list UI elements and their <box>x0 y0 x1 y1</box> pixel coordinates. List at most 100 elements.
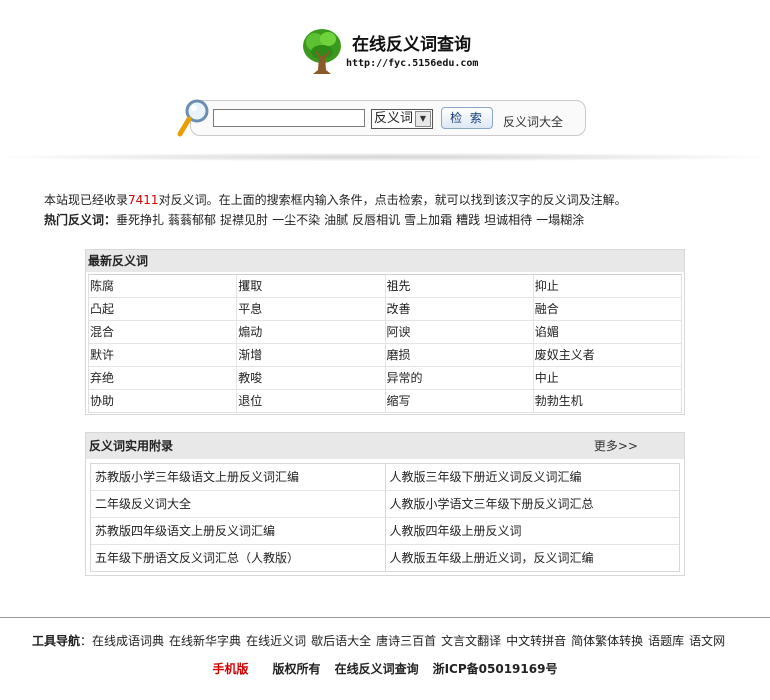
mobile-version-link[interactable]: 手机版 <box>213 662 249 676</box>
antonym-link[interactable]: 教唆 <box>237 367 386 389</box>
antonym-link[interactable]: 渐增 <box>237 344 386 366</box>
intro-section: 本站现已经收录7411对反义词。在上面的搜索框内输入条件，点击检索，就可以找到该… <box>44 190 744 230</box>
appendix-link[interactable]: 人教版三年级下册近义词反义词汇编 <box>386 464 680 490</box>
latest-antonyms-grid: 陈腐 攫取 祖先 抑止 凸起 平息 改善 融合 混合 煽动 阿谀 谄媚 默许 渐… <box>88 274 682 413</box>
antonym-link[interactable]: 磨损 <box>386 344 534 366</box>
table-row: 二年级反义词大全 人教版小学语文三年级下册反义词汇总 <box>91 491 679 518</box>
antonym-link[interactable]: 弃绝 <box>89 367 238 389</box>
tool-link[interactable]: 在线新华字典 <box>169 634 241 648</box>
site-url: http://fyc.5156edu.com <box>346 58 479 69</box>
table-row: 苏教版小学三年级语文上册反义词汇编 人教版三年级下册近义词反义词汇编 <box>91 464 679 491</box>
table-row: 苏教版四年级语文上册反义词汇编 人教版四年级上册反义词 <box>91 518 679 545</box>
hot-word[interactable]: 捉襟见肘 <box>220 213 268 227</box>
search-bar: 反义词 ▼ 检 索 反义词大全 <box>190 100 586 136</box>
hot-word[interactable]: 反唇相讥 <box>352 213 400 227</box>
tool-nav-label: 工具导航 <box>32 634 81 648</box>
search-type-value: 反义词 <box>374 111 414 126</box>
table-row: 陈腐 攫取 祖先 抑止 <box>89 275 681 298</box>
icp-link[interactable]: 浙ICP备05019169号 <box>433 662 558 676</box>
antonym-link[interactable]: 阿谀 <box>386 321 534 343</box>
tool-link[interactable]: 文言文翻译 <box>441 634 501 648</box>
footer-bottom: 手机版 版权所有 在线反义词查询 浙ICP备05019169号 <box>0 660 770 677</box>
antonym-link[interactable]: 凸起 <box>89 298 238 320</box>
table-row: 混合 煽动 阿谀 谄媚 <box>89 321 681 344</box>
antonym-link[interactable]: 攫取 <box>237 275 386 297</box>
hot-word[interactable]: 垂死挣扎 <box>116 213 164 227</box>
hot-word[interactable]: 油腻 <box>324 213 348 227</box>
appendix-grid: 苏教版小学三年级语文上册反义词汇编 人教版三年级下册近义词反义词汇编 二年级反义… <box>90 463 680 572</box>
search-input[interactable] <box>213 109 365 127</box>
tool-link[interactable]: 中文转拼音 <box>506 634 566 648</box>
tree-logo-icon <box>303 29 341 74</box>
tool-nav-colon: ： <box>80 634 93 648</box>
latest-antonyms-panel: 最新反义词 陈腐 攫取 祖先 抑止 凸起 平息 改善 融合 混合 煽动 阿谀 谄… <box>85 249 685 415</box>
search-type-select[interactable]: 反义词 ▼ <box>371 109 433 129</box>
intro-text: 本站现已经收录7411对反义词。在上面的搜索框内输入条件，点击检索，就可以找到该… <box>44 190 744 210</box>
search-button[interactable]: 检 索 <box>441 107 493 129</box>
antonym-link[interactable]: 异常的 <box>386 367 534 389</box>
antonym-count: 7411 <box>128 193 159 207</box>
latest-antonyms-title: 最新反义词 <box>86 250 684 272</box>
tool-link[interactable]: 歇后语大全 <box>311 634 371 648</box>
hot-word[interactable]: 糟践 <box>456 213 480 227</box>
hot-word[interactable]: 一尘不染 <box>272 213 320 227</box>
tool-link[interactable]: 在线成语词典 <box>92 634 164 648</box>
copyright-text: 版权所有 <box>272 662 321 676</box>
tool-link[interactable]: 在线近义词 <box>246 634 306 648</box>
antonym-link[interactable]: 退位 <box>237 390 386 412</box>
site-name-link[interactable]: 在线反义词查询 <box>335 662 419 676</box>
antonym-link[interactable]: 陈腐 <box>89 275 238 297</box>
antonym-link[interactable]: 谄媚 <box>534 321 681 343</box>
antonym-link[interactable]: 勃勃生机 <box>534 390 681 412</box>
tool-navigation: 工具导航：在线成语词典 在线新华字典 在线近义词 歇后语大全 唐诗三百首 文言文翻译 中文转… <box>32 632 762 649</box>
antonym-link[interactable]: 平息 <box>237 298 386 320</box>
appendix-link[interactable]: 人教版五年级上册近义词，反义词汇编 <box>386 545 680 571</box>
antonym-link[interactable]: 祖先 <box>386 275 534 297</box>
antonym-link[interactable]: 废奴主义者 <box>534 344 681 366</box>
hot-antonyms: 热门反义词：垂死挣扎 蓊蓊郁郁 捉襟见肘 一尘不染 油腻 反唇相讥 雪上加霜 糟践 坦诚相待 一塌… <box>44 210 744 230</box>
table-row: 五年级下册语文反义词汇总（人教版） 人教版五年级上册近义词，反义词汇编 <box>91 545 679 571</box>
antonym-link[interactable]: 缩写 <box>386 390 534 412</box>
table-row: 协助 退位 缩写 勃勃生机 <box>89 390 681 412</box>
appendix-link[interactable]: 人教版小学语文三年级下册反义词汇总 <box>386 491 680 517</box>
antonym-all-link[interactable]: 反义词大全 <box>503 113 563 130</box>
antonym-link[interactable]: 协助 <box>89 390 238 412</box>
appendix-link[interactable]: 五年级下册语文反义词汇总（人教版） <box>91 545 386 571</box>
tool-link[interactable]: 语题库 <box>648 634 684 648</box>
antonym-link[interactable]: 混合 <box>89 321 238 343</box>
tool-link[interactable]: 简体繁体转换 <box>571 634 643 648</box>
chevron-down-icon[interactable]: ▼ <box>415 111 431 127</box>
hot-antonyms-label: 热门反义词： <box>44 213 117 227</box>
appendix-link[interactable]: 人教版四年级上册反义词 <box>386 518 680 544</box>
antonym-link[interactable]: 改善 <box>386 298 534 320</box>
antonym-link[interactable]: 煽动 <box>237 321 386 343</box>
tool-link[interactable]: 唐诗三百首 <box>376 634 436 648</box>
antonym-link[interactable]: 默许 <box>89 344 238 366</box>
footer-divider <box>0 617 770 618</box>
appendix-title: 反义词实用附录 <box>89 439 174 453</box>
header-divider <box>10 153 760 161</box>
appendix-link[interactable]: 苏教版小学三年级语文上册反义词汇编 <box>91 464 386 490</box>
hot-word[interactable]: 雪上加霜 <box>404 213 452 227</box>
tool-link[interactable]: 语文网 <box>689 634 725 648</box>
appendix-link[interactable]: 苏教版四年级语文上册反义词汇编 <box>91 518 386 544</box>
magnifier-icon <box>177 99 209 137</box>
antonym-link[interactable]: 融合 <box>534 298 681 320</box>
appendix-header: 反义词实用附录 更多>> <box>86 433 684 459</box>
intro-prefix: 本站现已经收录 <box>44 193 129 207</box>
appendix-panel: 反义词实用附录 更多>> 苏教版小学三年级语文上册反义词汇编 人教版三年级下册近… <box>85 432 685 576</box>
header: 在线反义词查询 http://fyc.5156edu.com 反义词 ▼ 检 索… <box>0 0 770 161</box>
appendix-link[interactable]: 二年级反义词大全 <box>91 491 386 517</box>
site-logo[interactable]: 在线反义词查询 http://fyc.5156edu.com <box>300 26 500 76</box>
hot-word[interactable]: 坦诚相待 <box>484 213 532 227</box>
site-title: 在线反义词查询 <box>352 35 471 55</box>
table-row: 弃绝 教唆 异常的 中止 <box>89 367 681 390</box>
hot-word[interactable]: 一塌糊涂 <box>536 213 584 227</box>
hot-word[interactable]: 蓊蓊郁郁 <box>168 213 216 227</box>
antonym-link[interactable]: 抑止 <box>534 275 681 297</box>
intro-suffix: 对反义词。在上面的搜索框内输入条件，点击检索，就可以找到该汉字的反义词及注解。 <box>158 193 627 207</box>
table-row: 默许 渐增 磨损 废奴主义者 <box>89 344 681 367</box>
antonym-link[interactable]: 中止 <box>534 367 681 389</box>
table-row: 凸起 平息 改善 融合 <box>89 298 681 321</box>
more-link[interactable]: 更多>> <box>594 433 638 459</box>
